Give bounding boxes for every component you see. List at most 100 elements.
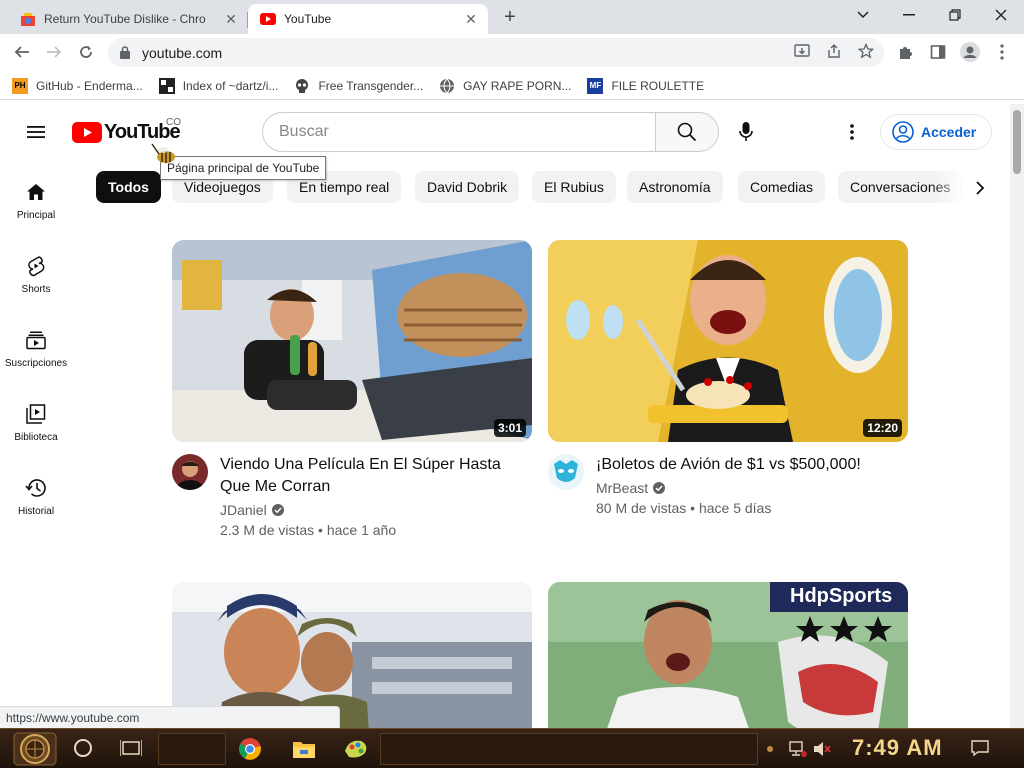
microphone-icon [739,122,753,141]
video-thumbnail[interactable]: HdpSports [548,582,908,728]
chip-astronomia[interactable]: Astronomía [627,171,723,203]
tab-search-icon[interactable] [840,0,886,30]
search-icon [677,122,697,142]
youtube-favicon-icon [260,11,276,27]
link-status-bar: https://www.youtube.com [0,706,340,728]
bookmark-index-dartz[interactable]: Index of ~dartz/i... [158,77,279,94]
taskbar-widget-slot[interactable] [158,733,226,765]
url-text: youtube.com [142,44,223,61]
browser-toolbar: youtube.com [0,34,1024,72]
bookmark-label: GitHub - Enderma... [36,78,143,93]
shorts-icon [24,254,48,278]
home-icon [24,180,48,204]
back-button[interactable] [8,38,36,66]
video-title[interactable]: ¡Boletos de Avión de $1 vs $500,000! [596,454,896,476]
extensions-icon[interactable] [892,38,920,66]
bookmark-label: Free Transgender... [318,78,424,93]
restore-button[interactable] [932,0,978,30]
bookmark-github[interactable]: PH GitHub - Enderma... [12,77,143,94]
close-tab-icon[interactable]: ✕ [462,10,480,28]
sidebar-item-historial[interactable]: Historial [0,456,72,530]
country-code: CO [166,117,181,128]
taskbar-paint-app[interactable] [342,735,370,763]
volume-muted-icon[interactable] [812,739,832,759]
tab-title: YouTube [284,12,332,26]
sidebar-item-principal[interactable]: Principal [0,160,72,234]
channel-avatar[interactable] [172,454,208,490]
network-icon[interactable] [788,739,808,759]
bookmark-file-roulette[interactable]: MF FILE ROULETTE [587,77,704,94]
folder-icon [293,742,315,758]
scrollbar-thumb[interactable] [1013,110,1021,174]
minimize-button[interactable] [886,0,932,30]
search-circle-icon[interactable] [74,739,92,757]
sidebar-item-biblioteca[interactable]: Biblioteca [0,382,72,456]
sidebar-item-suscripciones[interactable]: Suscripciones [0,308,72,382]
video-card-4[interactable]: HdpSports [548,582,908,728]
address-bar[interactable]: youtube.com [108,38,884,67]
install-app-icon[interactable] [790,39,814,63]
chrome-store-icon [20,11,36,27]
taskbar-file-explorer[interactable] [290,735,318,763]
youtube-play-logo-icon [72,122,102,143]
close-tab-icon[interactable]: ✕ [222,10,240,28]
start-button[interactable] [12,731,58,767]
tab-youtube[interactable]: YouTube ✕ [248,4,488,34]
sidebar-item-label: Historial [17,506,55,517]
chip-comedias[interactable]: Comedias [738,171,826,203]
channel-avatar[interactable] [548,454,584,490]
video-card-2[interactable]: 12:20 ¡Boletos de Avión de $1 vs $500,00… [548,240,908,550]
notification-center-icon[interactable] [970,739,990,757]
video-thumbnail[interactable]: 3:01 [172,240,532,442]
hamburger-menu-icon[interactable] [24,120,48,144]
new-tab-button[interactable]: + [498,7,522,29]
upload-age: hace 1 año [326,522,397,538]
bookmark-free-transgender[interactable]: Free Transgender... [294,78,423,94]
youtube-logo[interactable]: YouTube CO [72,117,181,144]
forward-button[interactable] [40,38,68,66]
profile-avatar-icon[interactable] [956,38,984,66]
skull-icon [294,78,310,94]
chip-fade [930,171,970,203]
video-card-1[interactable]: 3:01 Viendo Una Película En El Súper Has… [172,240,532,550]
sidebar-item-shorts[interactable]: Shorts [0,234,72,308]
bee-cursor-icon [151,143,175,163]
user-circle-icon [892,121,914,143]
page-scrollbar[interactable] [1010,104,1024,728]
video-metadata: 80 M de vistas • hace 5 días [596,500,771,516]
bookmark-star-icon[interactable] [854,39,878,63]
tab-return-youtube-dislike[interactable]: Return YouTube Dislike - Chro ✕ [8,4,248,34]
video-title[interactable]: Viendo Una Película En El Súper Hasta Qu… [220,454,520,498]
close-window-button[interactable] [978,0,1024,30]
chip-todos[interactable]: Todos [96,171,161,203]
chrome-icon [239,738,261,760]
chip-el-rubius[interactable]: El Rubius [532,171,616,203]
chip-david-dobrik[interactable]: David Dobrik [415,171,520,203]
library-icon [24,402,48,426]
taskbar-chrome[interactable] [236,735,264,763]
side-panel-icon[interactable] [924,38,952,66]
task-view-icon[interactable] [120,738,142,758]
channel-name[interactable]: MrBeast [596,480,666,496]
tab-strip: Return YouTube Dislike - Chro ✕ YouTube … [0,0,1024,34]
reload-button[interactable] [72,38,100,66]
search-input[interactable]: Buscar [262,112,656,152]
bookmark-globe[interactable]: GAY RAPE PORN... [439,78,571,94]
bookmarks-bar: PH GitHub - Enderma... Index of ~dartz/i… [0,72,1024,100]
taskbar-clock[interactable]: 7:49 AM [852,735,943,761]
bookmark-label: Index of ~dartz/i... [182,78,279,93]
windows-taskbar: 7:49 AM [0,728,1024,768]
chips-next-button[interactable] [966,174,994,202]
settings-more-button[interactable] [840,120,864,144]
voice-search-button[interactable] [730,116,762,148]
meta-separator: • [690,500,699,516]
tooltip-text: Página principal de YouTube [167,161,320,175]
search-button[interactable] [655,112,719,152]
video-thumbnail[interactable]: 12:20 [548,240,908,442]
share-icon[interactable] [822,39,846,63]
sign-in-button[interactable]: Acceder [880,114,992,150]
channel-name[interactable]: JDaniel [220,502,285,518]
sidebar-item-label: Principal [16,210,56,221]
paint-palette-icon [345,740,367,758]
chrome-menu-icon[interactable] [988,38,1016,66]
